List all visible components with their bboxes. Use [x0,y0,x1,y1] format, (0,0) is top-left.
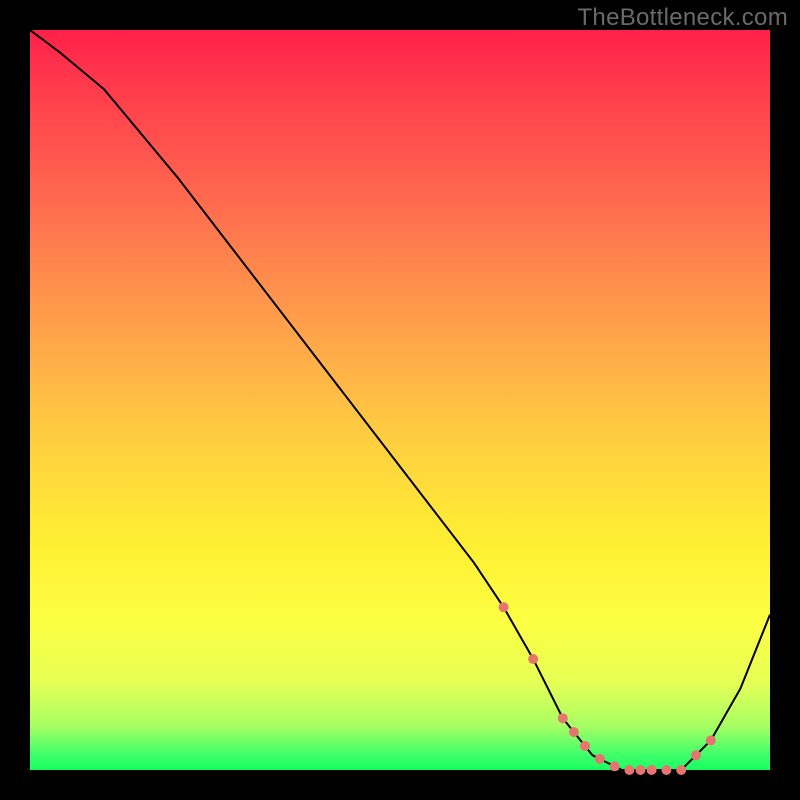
curve-optimal-dots [499,602,716,775]
curve-dot [636,765,646,775]
plot-area [30,30,770,770]
curve-dot [580,741,590,751]
watermark-text: TheBottleneck.com [577,4,788,32]
curve-dot [647,765,657,775]
curve-dot [499,602,509,612]
curve-dot [706,735,716,745]
curve-line [30,30,770,770]
curve-dot [691,750,701,760]
curve-dot [676,765,686,775]
curve-dot [528,654,538,664]
curve-dot [661,765,671,775]
curve-dot [610,761,620,771]
curve-dot [624,765,634,775]
curve-dot [558,713,568,723]
bottleneck-curve [30,30,770,770]
curve-dot [569,727,579,737]
curve-dot [595,754,605,764]
chart-container: TheBottleneck.com [0,0,800,800]
